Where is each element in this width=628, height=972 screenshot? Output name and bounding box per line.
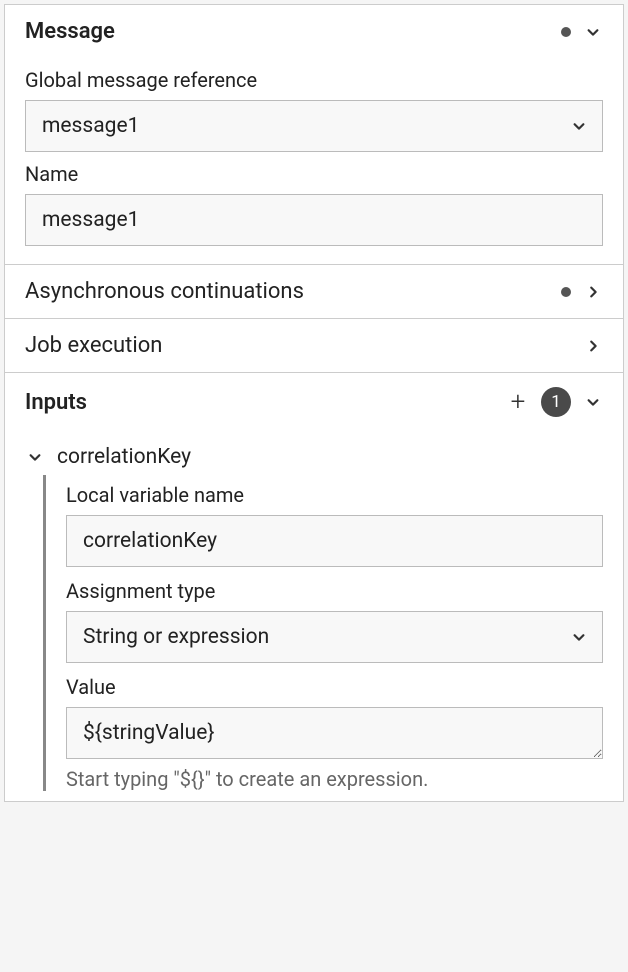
inputs-section-title: Inputs xyxy=(25,390,495,415)
value-label: Value xyxy=(66,675,603,699)
chevron-down-icon xyxy=(25,447,45,467)
job-execution-header[interactable]: Job execution xyxy=(5,319,623,372)
job-execution-title: Job execution xyxy=(25,333,571,358)
assignment-type-label: Assignment type xyxy=(66,579,603,603)
job-execution-section: Job execution xyxy=(5,318,623,372)
inputs-section-header[interactable]: Inputs + 1 xyxy=(5,373,623,431)
value-hint: Start typing "${}" to create an expressi… xyxy=(66,767,603,791)
status-dot-icon xyxy=(561,27,571,37)
local-var-input[interactable] xyxy=(66,515,603,567)
inputs-item-name: correlationKey xyxy=(57,445,191,469)
name-input[interactable] xyxy=(25,194,603,246)
properties-panel: Message Global message reference Name xyxy=(4,4,624,802)
message-section-header[interactable]: Message xyxy=(5,5,623,58)
name-field: Name xyxy=(25,162,603,246)
message-section: Message Global message reference Name xyxy=(5,5,623,264)
chevron-down-icon xyxy=(583,392,603,412)
inputs-item-body: Local variable name Assignment type Valu… xyxy=(43,475,603,791)
inputs-section: Inputs + 1 correlationKey Local variable… xyxy=(5,372,623,801)
message-section-title: Message xyxy=(25,19,549,44)
status-dot-icon xyxy=(561,287,571,297)
value-field: Value Start typing "${}" to create an ex… xyxy=(66,675,603,791)
value-input[interactable] xyxy=(66,707,603,759)
async-continuations-section: Asynchronous continuations xyxy=(5,264,623,318)
add-input-button[interactable]: + xyxy=(507,391,529,413)
chevron-right-icon xyxy=(583,282,603,302)
assignment-type-select[interactable] xyxy=(66,611,603,663)
global-ref-select[interactable] xyxy=(25,100,603,152)
local-var-field: Local variable name xyxy=(66,483,603,567)
global-ref-label: Global message reference xyxy=(25,68,603,92)
inputs-count-badge: 1 xyxy=(541,387,571,417)
assignment-type-field: Assignment type xyxy=(66,579,603,663)
async-continuations-header[interactable]: Asynchronous continuations xyxy=(5,265,623,318)
inputs-item: correlationKey Local variable name Assig… xyxy=(5,431,623,801)
chevron-right-icon xyxy=(583,336,603,356)
name-label: Name xyxy=(25,162,603,186)
message-section-body: Global message reference Name xyxy=(5,68,623,264)
global-ref-field: Global message reference xyxy=(25,68,603,152)
inputs-item-header[interactable]: correlationKey xyxy=(25,439,603,475)
local-var-label: Local variable name xyxy=(66,483,603,507)
chevron-down-icon xyxy=(583,22,603,42)
assignment-type-select-wrapper xyxy=(66,611,603,663)
async-continuations-title: Asynchronous continuations xyxy=(25,279,549,304)
global-ref-select-wrapper xyxy=(25,100,603,152)
